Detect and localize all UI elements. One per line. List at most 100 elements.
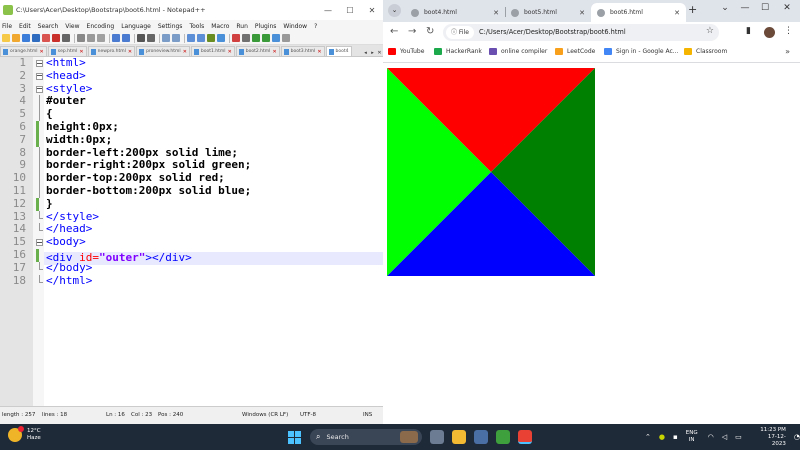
language-indicator[interactable]: ENG IN	[686, 430, 698, 444]
new-file-icon[interactable]	[2, 34, 10, 42]
bookmark-leetcode[interactable]: LeetCode	[555, 48, 595, 55]
close-tab-icon[interactable]: ✕	[79, 49, 83, 55]
menu-macro[interactable]: Macro	[211, 23, 229, 30]
menu-window[interactable]: Window	[283, 23, 307, 30]
minimize-button[interactable]: —	[317, 6, 339, 15]
back-arrow-icon[interactable]: ←	[390, 26, 398, 37]
zoom-in-icon[interactable]	[162, 34, 170, 42]
replace-icon[interactable]	[147, 34, 155, 42]
menu-language[interactable]: Language	[121, 23, 151, 30]
notepadpp-titlebar[interactable]: C:\Users\Acer\Desktop\Bootstrap\boot6.ht…	[0, 0, 383, 20]
zoom-out-icon[interactable]	[172, 34, 180, 42]
browser-tab[interactable]: boot5.html ✕	[505, 3, 591, 22]
menu-run[interactable]: Run	[236, 23, 248, 30]
print-icon[interactable]	[62, 34, 70, 42]
task-view-icon[interactable]	[430, 430, 444, 444]
fold-toggle-icon[interactable]	[36, 70, 43, 83]
close-tab-icon[interactable]: ✕	[317, 49, 321, 55]
status-encoding[interactable]: UTF-8	[300, 412, 316, 418]
notepadpp-taskbar-icon[interactable]	[496, 430, 510, 444]
save-icon[interactable]	[22, 34, 30, 42]
file-tab[interactable]: boot1.html ✕	[190, 46, 235, 56]
tab-list-icon[interactable]: ⌄	[715, 3, 735, 13]
forward-arrow-icon[interactable]: →	[408, 26, 416, 37]
copy-icon[interactable]	[87, 34, 95, 42]
close-button[interactable]: ✕	[777, 3, 797, 13]
file-tab[interactable]: sep.html ✕	[47, 46, 87, 56]
find-icon[interactable]	[137, 34, 145, 42]
code-editor[interactable]: 1 2 3 4 5 6 7 8 9 10 11 12 13 14 15 16 1…	[0, 56, 383, 406]
bookmark-youtube[interactable]: YouTube	[388, 48, 424, 55]
maximize-button[interactable]: ☐	[755, 3, 775, 13]
file-tab-active[interactable]: boot4	[325, 46, 352, 56]
open-file-icon[interactable]	[12, 34, 20, 42]
sync-scroll-icon[interactable]	[187, 34, 195, 42]
menu-plugins[interactable]: Plugins	[255, 23, 277, 30]
menu-encoding[interactable]: Encoding	[87, 23, 115, 30]
bookmark-online-compiler[interactable]: online compiler	[489, 48, 547, 55]
menu-edit[interactable]: Edit	[19, 23, 31, 30]
menu-tools[interactable]: Tools	[189, 23, 204, 30]
wifi-icon[interactable]: ◠	[708, 433, 714, 441]
side-panel-icon[interactable]: ▮	[746, 26, 751, 36]
paste-icon[interactable]	[97, 34, 105, 42]
new-tab-button[interactable]: +	[688, 3, 697, 16]
notifications-bell-icon[interactable]: ◔	[794, 433, 800, 441]
menu-file[interactable]: File	[2, 23, 12, 30]
close-tab-icon[interactable]: ✕	[579, 9, 585, 17]
status-eol[interactable]: Windows (CR LF)	[242, 412, 288, 418]
security-shield-icon[interactable]: ●	[659, 433, 665, 441]
browser-tab[interactable]: boot4.html ✕	[405, 3, 505, 22]
indent-guide-icon[interactable]	[217, 34, 225, 42]
file-explorer-icon[interactable]	[452, 430, 466, 444]
minimize-button[interactable]: —	[735, 3, 755, 13]
browser-tab-active[interactable]: boot6.html ✕	[591, 3, 686, 22]
battery-icon[interactable]: ▭	[735, 433, 742, 441]
fold-toggle-icon[interactable]	[36, 83, 43, 96]
record-macro-icon[interactable]	[232, 34, 240, 42]
word-wrap-icon[interactable]	[197, 34, 205, 42]
maximize-button[interactable]: ☐	[339, 6, 361, 15]
close-tab-icon[interactable]: ✕	[40, 49, 44, 55]
play-macro-icon[interactable]	[252, 34, 260, 42]
start-button[interactable]	[288, 430, 301, 444]
menu-kebab-icon[interactable]: ⋮	[784, 26, 793, 36]
close-tab-icon[interactable]: ✕	[272, 49, 276, 55]
file-tab[interactable]: boot2.html ✕	[235, 46, 280, 56]
show-hidden-icons-icon[interactable]: ⌃	[645, 433, 651, 441]
menu-help[interactable]: ?	[314, 23, 317, 30]
close-button[interactable]: ✕	[361, 6, 383, 15]
save-macro-icon[interactable]	[272, 34, 280, 42]
close-tab-icon[interactable]: ✕	[228, 49, 232, 55]
tab-search-icon[interactable]: ⌄	[388, 4, 401, 17]
menu-search[interactable]: Search	[38, 23, 59, 30]
close-tab-icon[interactable]: ✕	[376, 50, 383, 56]
fold-toggle-icon[interactable]	[36, 236, 43, 249]
close-all-icon[interactable]	[52, 34, 60, 42]
tab-scroll-right-icon[interactable]: ▸	[369, 50, 376, 56]
bookmark-star-icon[interactable]: ☆	[706, 26, 714, 36]
menu-settings[interactable]: Settings	[158, 23, 183, 30]
taskbar-search[interactable]: ⌕ Search	[310, 429, 422, 445]
undo-icon[interactable]	[112, 34, 120, 42]
weather-widget[interactable]: 12°C Haze	[8, 426, 41, 442]
close-tab-icon[interactable]: ✕	[674, 9, 680, 17]
profile-avatar[interactable]	[764, 27, 775, 38]
chrome-taskbar-icon[interactable]	[518, 430, 532, 444]
network-icon[interactable]: ▪	[673, 433, 678, 441]
save-all-icon[interactable]	[32, 34, 40, 42]
stop-macro-icon[interactable]	[242, 34, 250, 42]
file-tab[interactable]: orange.html ✕	[0, 46, 47, 56]
settings-gear-icon[interactable]	[474, 430, 488, 444]
fold-toggle-icon[interactable]	[36, 57, 43, 70]
file-tab[interactable]: boot3.html ✕	[280, 46, 325, 56]
bookmark-google-signin[interactable]: Sign in - Google Ac...	[604, 48, 679, 55]
show-all-chars-icon[interactable]	[207, 34, 215, 42]
spell-check-icon[interactable]	[282, 34, 290, 42]
cut-icon[interactable]	[77, 34, 85, 42]
more-bookmarks-icon[interactable]: »	[785, 47, 790, 56]
close-tab-icon[interactable]: ✕	[128, 49, 132, 55]
file-tab[interactable]: proneview.html ✕	[136, 46, 190, 56]
redo-icon[interactable]	[122, 34, 130, 42]
tab-scroll-left-icon[interactable]: ◂	[362, 50, 369, 56]
